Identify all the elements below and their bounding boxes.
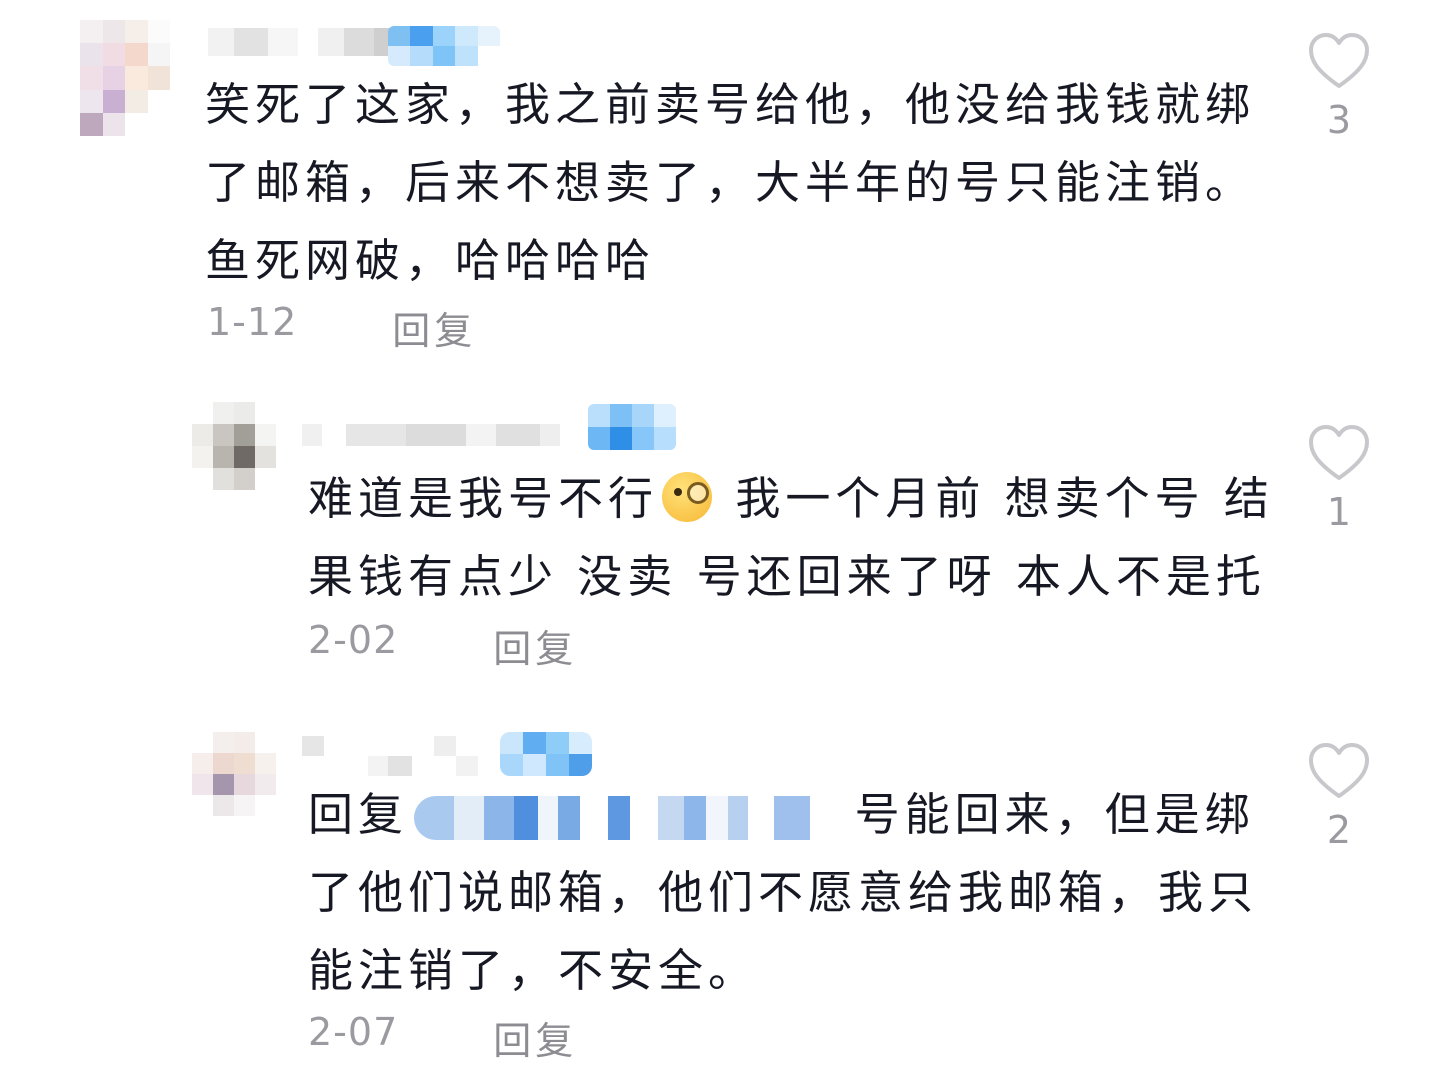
user-badge — [500, 732, 592, 776]
heart-outline-icon — [1309, 33, 1369, 88]
avatar[interactable] — [192, 402, 276, 490]
reply-mention-prefix: 回复 — [308, 788, 409, 841]
comment-text: 回复 号能回来，但是绑了他们说邮箱，他们不愿意给我邮箱，我只能注销了，不安全。 — [308, 776, 1283, 1010]
monocle-face-icon — [662, 472, 713, 522]
reply-button[interactable]: 回复 — [493, 618, 577, 673]
like-count: 2 — [1326, 808, 1352, 852]
mention-username[interactable] — [414, 796, 811, 840]
reply-button[interactable]: 回复 — [392, 300, 476, 355]
like-button[interactable]: 1 — [1304, 424, 1374, 534]
like-button[interactable]: 2 — [1304, 742, 1374, 852]
comment-text: 难道是我号不行 我一个月前 想卖个号 结果钱有点少 没卖 号还回来了呀 本人不是… — [308, 460, 1278, 616]
like-count: 1 — [1326, 490, 1352, 534]
reply-button[interactable]: 回复 — [493, 1010, 577, 1065]
comment-text: 笑死了这家，我之前卖号给他，他没给我钱就绑了邮箱，后来不想卖了，大半年的号只能注… — [205, 78, 1256, 287]
heart-outline-icon — [1309, 743, 1369, 798]
comment-meta: 1-12 回复 — [207, 300, 476, 355]
comment-date: 1-12 — [207, 300, 298, 344]
avatar[interactable] — [192, 732, 276, 816]
user-badge — [388, 26, 500, 66]
comment-text-start: 难道是我号不行 — [308, 472, 659, 525]
comment-date: 2-02 — [308, 618, 399, 662]
like-button[interactable]: 3 — [1304, 32, 1374, 142]
username[interactable] — [302, 736, 478, 776]
avatar[interactable] — [80, 20, 170, 136]
comment-meta: 2-02 回复 — [308, 618, 577, 673]
heart-outline-icon — [1309, 425, 1369, 480]
like-count: 3 — [1326, 98, 1352, 142]
user-badge — [588, 404, 676, 450]
comment-date: 2-07 — [308, 1010, 399, 1054]
username[interactable] — [302, 424, 580, 446]
comment-meta: 2-07 回复 — [308, 1010, 577, 1065]
